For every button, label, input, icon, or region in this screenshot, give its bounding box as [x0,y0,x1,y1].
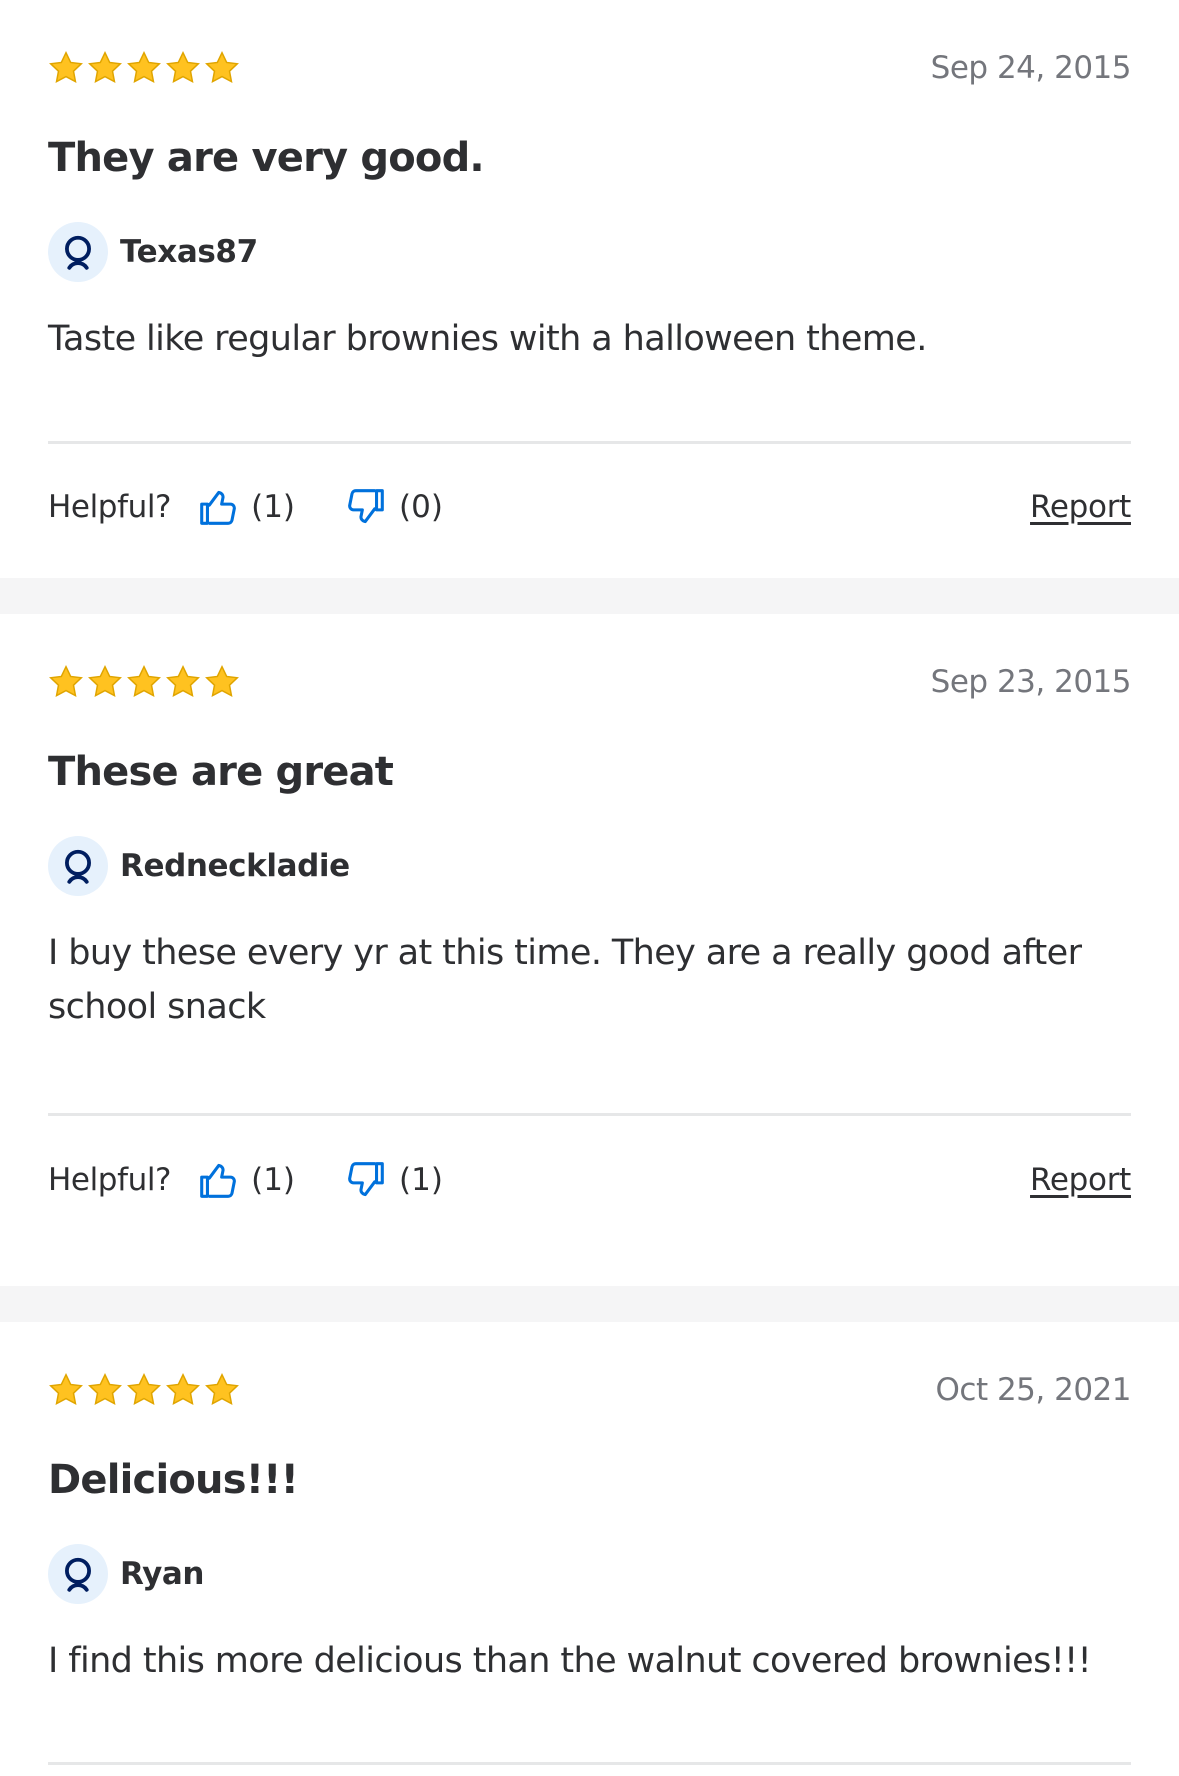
review-title: Delicious!!! [48,1457,299,1503]
review-title: These are great [48,749,394,795]
star-icon [205,664,239,698]
star-icon [127,50,161,84]
author-name: Ryan [120,1556,205,1592]
author-name: Texas87 [120,234,258,270]
helpful-label: Helpful? [48,1162,172,1198]
thumbs-up-icon [200,1163,236,1198]
review-separator [0,578,1179,614]
review-card: Sep 24, 2015 They are very good. Texas87… [0,0,1179,578]
helpful-yes-count: (1) [251,489,296,525]
helpful-row: Helpful? (1) (1) Report [48,1155,1131,1205]
helpful-yes-count: (1) [251,1162,296,1198]
star-icon [127,1372,161,1406]
review-author: Texas87 [48,222,1131,282]
star-icon [49,664,83,698]
star-rating [48,50,240,86]
review-body: I find this more delicious than the waln… [48,1641,1092,1681]
report-link[interactable]: Report [1030,489,1131,525]
star-rating [48,1372,240,1408]
helpful-row: Helpful? (1) (0) Report [48,482,1131,532]
star-rating [48,664,240,700]
divider [48,441,1131,444]
review-card: Oct 25, 2021 Delicious!!! Ryan I find th… [0,1322,1179,1776]
thumbs-down-icon [348,489,384,524]
author-name: Redneckladie [120,848,350,884]
report-link[interactable]: Report [1030,1162,1131,1198]
star-icon [205,50,239,84]
user-icon [65,235,91,270]
divider [48,1113,1131,1116]
review-header: Sep 24, 2015 [48,0,1132,90]
review-date: Sep 24, 2015 [930,50,1132,86]
star-icon [166,1372,200,1406]
star-icon [205,1372,239,1406]
review-body: I buy these every yr at this time. They … [48,933,1082,1027]
helpful-label: Helpful? [48,489,172,525]
star-icon [166,664,200,698]
review-date: Sep 23, 2015 [930,664,1132,700]
review-author: Ryan [48,1544,1131,1604]
review-date: Oct 25, 2021 [935,1372,1132,1408]
review-body: Taste like regular brownies with a hallo… [48,319,927,359]
avatar [48,222,108,282]
helpful-yes-button[interactable]: (1) [195,484,295,530]
thumbs-up-icon [200,490,236,525]
star-icon [88,1372,122,1406]
helpful-no-count: (0) [399,489,443,525]
star-icon [88,50,122,84]
review-header: Sep 23, 2015 [48,614,1132,704]
thumbs-down-icon [348,1162,384,1197]
helpful-yes-button[interactable]: (1) [195,1157,295,1203]
review-separator [0,1286,1179,1322]
user-icon [65,1557,91,1592]
star-icon [49,50,83,84]
user-icon [65,849,91,884]
avatar [48,836,108,896]
helpful-no-count: (1) [399,1162,443,1198]
star-icon [49,1372,83,1406]
review-author: Redneckladie [48,836,1131,896]
star-icon [166,50,200,84]
star-icon [88,664,122,698]
helpful-no-button[interactable]: (1) [343,1157,443,1203]
divider [48,1762,1131,1765]
star-icon [127,664,161,698]
review-header: Oct 25, 2021 [48,1322,1131,1412]
review-title: They are very good. [48,135,485,181]
avatar [48,1544,108,1604]
helpful-no-button[interactable]: (0) [343,484,443,530]
review-card: Sep 23, 2015 These are great Redneckladi… [0,614,1179,1286]
